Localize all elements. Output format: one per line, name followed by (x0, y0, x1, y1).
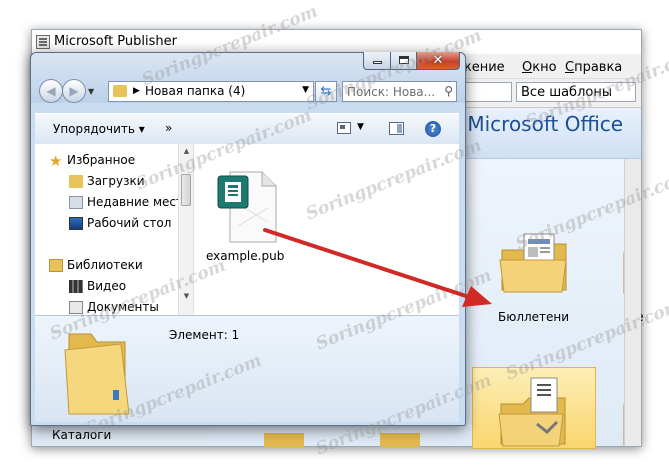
search-box[interactable]: ⚲ (342, 81, 457, 102)
publisher-file-icon[interactable] (216, 166, 278, 244)
close-icon: ✕ (432, 53, 444, 68)
address-dropdown-icon[interactable]: ▼ (302, 85, 309, 95)
sidebar-item-label: Библиотеки (67, 258, 143, 272)
folder-icon (113, 85, 127, 97)
view-dropdown-icon[interactable]: ▼ (357, 122, 364, 132)
sidebar-item-catalogs[interactable]: Каталоги (52, 428, 111, 442)
menu-arrange[interactable]: жение (460, 60, 505, 75)
view-icon[interactable] (337, 122, 351, 134)
search-icon[interactable]: ⚲ (444, 84, 453, 98)
search-input[interactable] (347, 84, 435, 99)
menu-window[interactable]: Окно (522, 60, 557, 75)
back-button[interactable]: ◀ (39, 79, 63, 103)
address-bar[interactable]: ▶ Новая папка (4) ▼ (108, 81, 314, 102)
refresh-icon: ⇆ (320, 84, 332, 99)
newsletter-folder-icon[interactable] (498, 232, 570, 296)
publisher-scrollbar[interactable] (624, 159, 641, 446)
publisher-app-icon (36, 35, 50, 49)
scroll-down-icon[interactable]: ▼ (179, 292, 193, 300)
desktop-icon (69, 217, 83, 230)
breadcrumb-separator-icon[interactable]: ▶ (133, 86, 140, 96)
sidebar-item-label: Документы (87, 300, 159, 314)
organize-button[interactable]: Упорядочить ▾ (53, 122, 145, 136)
sidebar-item-label: Избранное (67, 153, 136, 167)
publisher-title: Microsoft Publisher (54, 34, 177, 49)
catalog-label-newsletters[interactable]: Бюллетени (498, 310, 569, 324)
recent-pages-dropdown[interactable]: ▼ (88, 87, 94, 96)
publisher-sidebar-footer: Каталоги (40, 423, 210, 446)
help-icon[interactable]: ? (425, 121, 441, 137)
arrow-right-icon: ▶ (69, 84, 79, 98)
sidebar-item-label: Видео (87, 279, 127, 293)
scroll-up-icon[interactable]: ▲ (179, 147, 193, 155)
menu-help-rest: правка (574, 60, 623, 75)
details-pane: Элемент: 1 (35, 315, 459, 422)
window-controls: ✕ (363, 52, 461, 70)
sidebar-item-label: Загрузки (87, 174, 145, 188)
catalog-folder-row-partial (264, 433, 420, 447)
address-path[interactable]: Новая папка (4) (145, 84, 245, 98)
navigation-pane: ★ Избранное Загрузки Недавние места Рабо… (35, 144, 194, 315)
publisher-banner-text: c Microsoft Office (450, 112, 624, 136)
libraries-icon (49, 259, 63, 272)
video-icon (69, 280, 83, 293)
sidebar-item-label: Рабочий стол (87, 216, 172, 230)
close-button[interactable]: ✕ (416, 52, 460, 70)
recent-places-icon (69, 196, 83, 209)
file-list: example.pub (194, 144, 459, 315)
maximize-button[interactable] (390, 52, 417, 70)
arrow-left-icon: ◀ (46, 84, 56, 98)
downloads-icon (69, 175, 83, 188)
template-filter-combo[interactable]: Все шаблоны (516, 82, 636, 102)
forward-button[interactable]: ▶ (62, 79, 86, 103)
more-commands-button[interactable]: » (165, 121, 172, 135)
folder-icon (64, 333, 130, 415)
star-icon: ★ (49, 152, 63, 170)
refresh-button[interactable]: ⇆ (315, 81, 337, 102)
item-count: Элемент: 1 (169, 328, 240, 342)
navigation-scrollbar[interactable]: ▲ ▼ (178, 144, 193, 315)
minimize-button[interactable] (363, 52, 391, 70)
publisher-titlebar: Microsoft Publisher (32, 30, 641, 54)
sidebar-item-label: Недавние места (87, 195, 191, 209)
preview-pane-icon[interactable] (389, 122, 404, 135)
menu-help[interactable]: Справка (565, 60, 622, 75)
publisher-search-field[interactable] (462, 82, 512, 102)
catalog-item-selected[interactable] (472, 367, 596, 449)
command-bar: Упорядочить ▾ » ▼ ? (35, 113, 459, 145)
documents-icon (69, 301, 83, 314)
file-name[interactable]: example.pub (206, 249, 284, 263)
selected-catalog-folder-icon (498, 377, 566, 447)
scrollbar-thumb[interactable] (181, 174, 191, 206)
explorer-window: ✕ ◀ ▶ ▼ ▶ Новая папка (4) ▼ ⇆ ⚲ Упорядоч… (30, 52, 466, 426)
menu-window-rest: кно (532, 60, 557, 75)
